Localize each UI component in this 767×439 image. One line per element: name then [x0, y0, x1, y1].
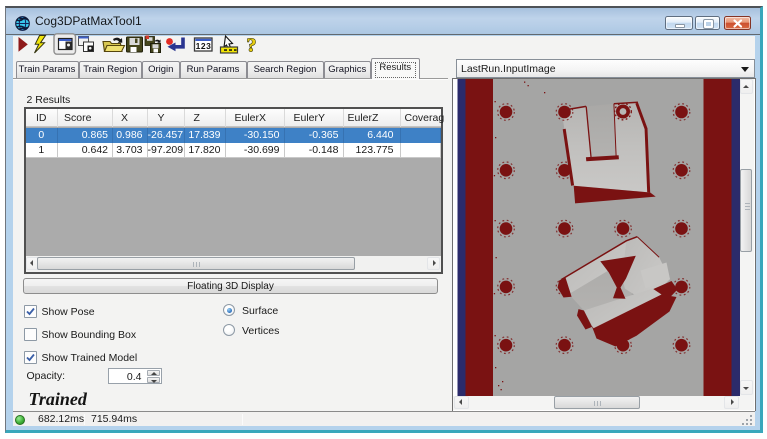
svg-text:?: ? [247, 35, 257, 57]
svg-text:123: 123 [196, 41, 212, 51]
